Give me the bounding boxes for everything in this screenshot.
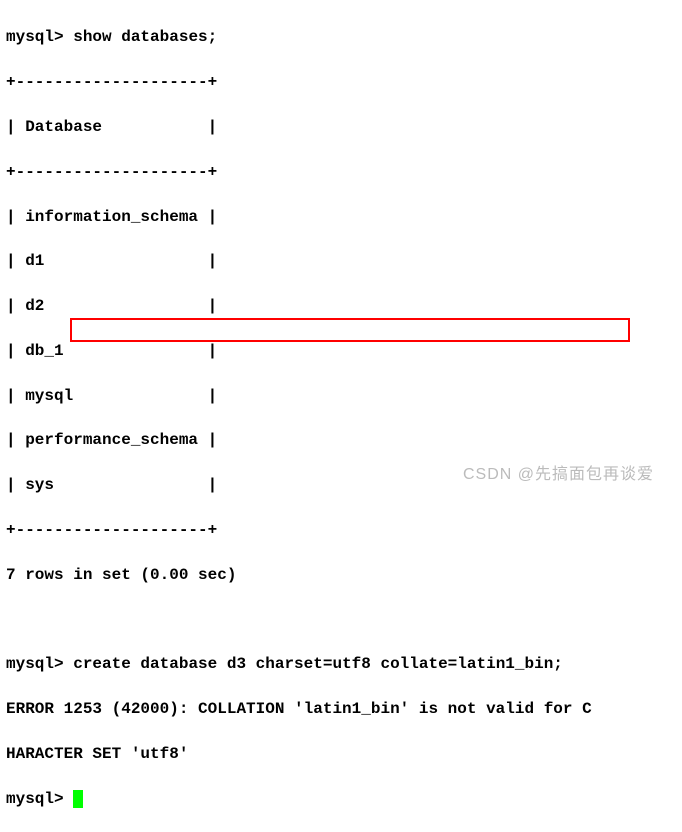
table-header: | Database |	[6, 116, 676, 138]
sql-command[interactable]: show databases;	[73, 28, 217, 46]
command-line-1: mysql> show databases;	[6, 26, 676, 48]
prompt: mysql>	[6, 28, 64, 46]
table-row: | db_1 |	[6, 340, 676, 362]
prompt-line[interactable]: mysql>	[6, 788, 676, 810]
table-border-mid: +--------------------+	[6, 161, 676, 183]
sql-command[interactable]: create database d3 charset=utf8 collate=…	[73, 655, 563, 673]
table-border-bottom: +--------------------+	[6, 519, 676, 541]
table-row: | information_schema |	[6, 206, 676, 228]
watermark-text: CSDN @先搞面包再谈爱	[463, 464, 654, 486]
cursor-icon	[73, 790, 83, 808]
command-line-2: mysql> create database d3 charset=utf8 c…	[6, 653, 676, 675]
prompt: mysql>	[6, 655, 64, 673]
table-border-top: +--------------------+	[6, 71, 676, 93]
table-row: | d2 |	[6, 295, 676, 317]
table-row: | mysql |	[6, 385, 676, 407]
table-row: | performance_schema |	[6, 429, 676, 451]
terminal-output: mysql> show databases; +----------------…	[6, 4, 676, 832]
blank-line	[6, 609, 676, 631]
error-output: HARACTER SET 'utf8'	[6, 743, 676, 765]
error-output: ERROR 1253 (42000): COLLATION 'latin1_bi…	[6, 698, 676, 720]
prompt: mysql>	[6, 790, 64, 808]
table-row: | d1 |	[6, 250, 676, 272]
result-summary: 7 rows in set (0.00 sec)	[6, 564, 676, 586]
